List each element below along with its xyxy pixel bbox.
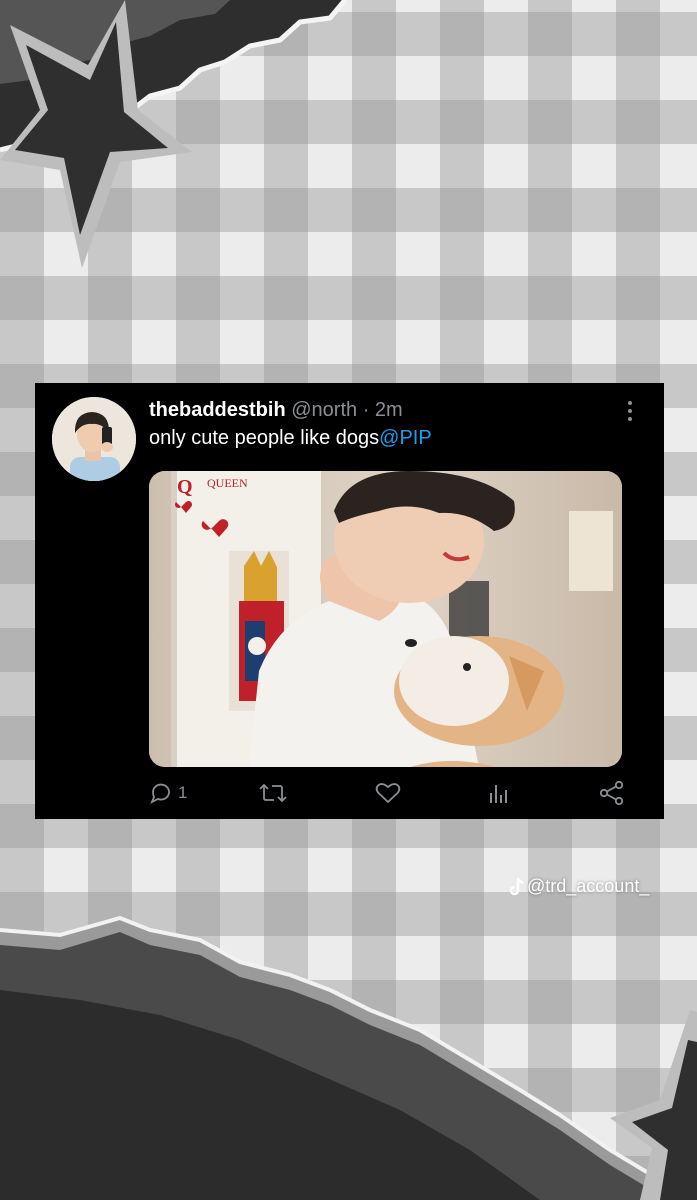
username[interactable]: @north [291, 399, 357, 421]
analytics-icon [490, 785, 507, 803]
heart-icon [375, 783, 401, 804]
avatar[interactable] [52, 397, 136, 481]
display-name[interactable]: thebaddestbih [149, 399, 286, 421]
watermark-text: @trd_account_ [527, 876, 650, 896]
timestamp[interactable]: 2m [375, 399, 403, 421]
tiktok-watermark: @trd_account_ [509, 876, 649, 897]
card-text: QUEEN [207, 476, 248, 490]
reply-count: 1 [178, 783, 188, 802]
analytics-button[interactable] [487, 779, 511, 807]
mention-link[interactable]: @PIP [379, 427, 432, 449]
share-button[interactable] [599, 779, 625, 807]
retweet-icon [259, 783, 287, 803]
comment-icon [150, 783, 170, 804]
separator: · [362, 399, 370, 421]
share-icon [599, 780, 624, 806]
more-vertical-icon[interactable] [623, 401, 637, 423]
tweet-text: only cute people like dogs@PIP [149, 427, 432, 450]
reply-button[interactable]: 1 [149, 779, 187, 807]
tweet-text-content: only cute people like dogs [149, 427, 380, 449]
tiktok-icon [509, 877, 524, 895]
tweet-card[interactable]: thebaddestbih @north · 2m only cute peop… [35, 383, 664, 819]
retweet-button[interactable] [259, 779, 287, 807]
tweet-header: thebaddestbih @north · 2m [149, 399, 403, 422]
like-button[interactable] [375, 779, 401, 807]
card-letter: Q [177, 476, 193, 498]
tweet-actions: 1 [149, 779, 627, 807]
tweet-media-image[interactable]: Q QUEEN [149, 471, 622, 767]
